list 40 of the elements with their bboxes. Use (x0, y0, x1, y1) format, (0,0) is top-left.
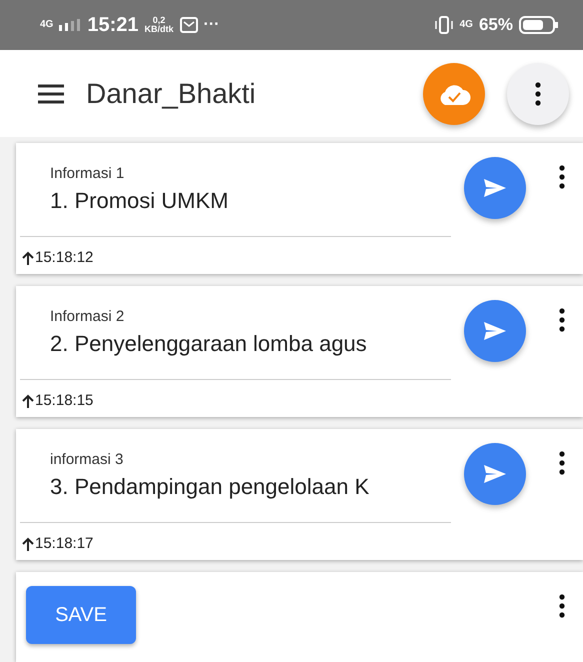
send-button[interactable] (464, 157, 526, 219)
text-field[interactable]: informasi 3 3. Pendampingan pengelolaan K (20, 429, 451, 523)
vibrate-icon (434, 16, 454, 34)
text-field[interactable]: Informasi 2 2. Penyelenggaraan lomba agus (20, 286, 451, 380)
network-speed: 0,2 KB/dtk (144, 16, 174, 34)
mail-icon (180, 17, 198, 34)
send-icon (483, 464, 507, 484)
text-field[interactable]: Informasi 1 1. Promosi UMKM (20, 143, 451, 237)
send-icon (483, 321, 507, 341)
more-icon (559, 594, 565, 618)
field-label: Informasi 1 (50, 165, 126, 182)
network-type: 4G (40, 20, 54, 30)
more-icon (559, 165, 565, 189)
timestamp: 15:18:17 (35, 535, 94, 552)
field-label: informasi 3 (50, 451, 124, 468)
more-icon (559, 308, 565, 332)
app-title: Danar_Bhakti (86, 78, 257, 110)
clock-time: 15:21 (87, 14, 138, 37)
field-value: 1. Promosi UMKM (50, 188, 230, 214)
send-button[interactable] (464, 443, 526, 505)
signal-icon (59, 19, 82, 32)
field-value: 2. Penyelenggaraan lomba agus (50, 331, 368, 357)
battery-icon (519, 16, 559, 34)
menu-icon[interactable] (38, 84, 64, 104)
more-notifications: ··· (204, 16, 220, 34)
timestamp: 15:18:15 (35, 392, 94, 409)
more-icon (535, 82, 541, 106)
arrow-up-icon (22, 536, 34, 550)
arrow-up-icon (22, 250, 34, 264)
battery-percent: 65% (478, 15, 513, 36)
send-button[interactable] (464, 300, 526, 362)
cloud-sync-button[interactable] (423, 62, 485, 125)
field-value: 3. Pendampingan pengelolaan K (50, 474, 370, 500)
field-label: Informasi 2 (50, 308, 126, 325)
save-button[interactable]: SAVE (26, 586, 136, 644)
more-icon (559, 451, 565, 475)
timestamp: 15:18:12 (35, 249, 94, 266)
send-icon (483, 178, 507, 198)
network-type: 4G (460, 20, 473, 30)
arrow-up-icon (22, 394, 34, 408)
